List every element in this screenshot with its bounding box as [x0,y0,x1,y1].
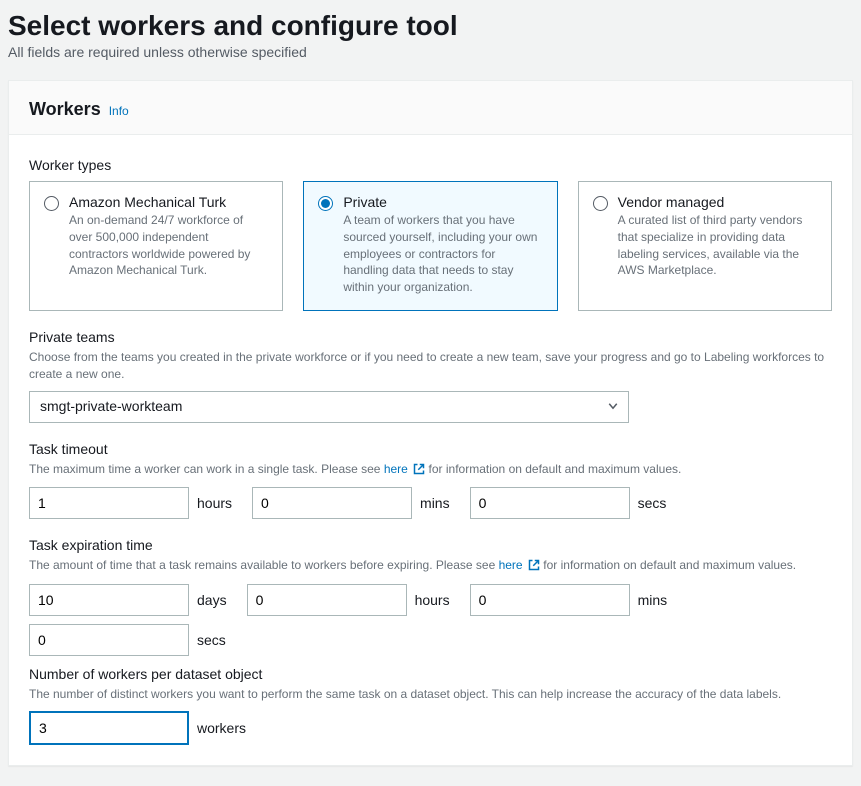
radio-icon [44,196,59,211]
workers-panel: Workers Info Worker types Amazon Mechani… [8,80,853,766]
task-timeout-mins-input[interactable] [252,487,412,519]
unit-hours: hours [197,495,232,511]
worker-type-vendor-managed[interactable]: Vendor managed A curated list of third p… [578,181,832,311]
desc-text: for information on default and maximum v… [429,462,682,476]
task-timeout-secs-input[interactable] [470,487,630,519]
task-timeout-here-link[interactable]: here [384,462,408,476]
radio-icon [593,196,608,211]
external-link-icon [528,559,540,576]
task-expiration-days-input[interactable] [29,584,189,616]
worker-type-private[interactable]: Private A team of workers that you have … [303,181,557,311]
external-link-icon [413,463,425,480]
task-expiration-hours-input[interactable] [247,584,407,616]
task-expiration-desc: The amount of time that a task remains a… [29,557,832,576]
panel-title: Workers [29,99,101,120]
unit-hours: hours [415,592,450,608]
unit-days: days [197,592,227,608]
worker-type-title: Private [343,194,542,210]
radio-icon [318,196,333,211]
desc-text: The amount of time that a task remains a… [29,558,499,572]
worker-types-group: Amazon Mechanical Turk An on-demand 24/7… [29,181,832,311]
page-title: Select workers and configure tool [8,10,853,42]
task-expiration-here-link[interactable]: here [499,558,523,572]
panel-header: Workers Info [9,81,852,135]
unit-mins: mins [420,495,450,511]
private-teams-label: Private teams [29,329,832,345]
worker-type-desc: An on-demand 24/7 workforce of over 500,… [69,212,268,279]
worker-type-amazon-mturk[interactable]: Amazon Mechanical Turk An on-demand 24/7… [29,181,283,311]
worker-type-desc: A curated list of third party vendors th… [618,212,817,279]
unit-workers: workers [197,720,246,736]
unit-mins: mins [638,592,668,608]
workers-per-object-label: Number of workers per dataset object [29,666,832,682]
task-timeout-label: Task timeout [29,441,832,457]
info-link[interactable]: Info [109,104,129,118]
unit-secs: secs [638,495,667,511]
worker-type-desc: A team of workers that you have sourced … [343,212,542,296]
task-timeout-hours-input[interactable] [29,487,189,519]
task-timeout-desc: The maximum time a worker can work in a … [29,461,832,480]
worker-type-title: Vendor managed [618,194,817,210]
task-expiration-label: Task expiration time [29,537,832,553]
page-subtitle: All fields are required unless otherwise… [8,44,853,60]
unit-secs: secs [197,632,226,648]
desc-text: for information on default and maximum v… [543,558,796,572]
private-teams-desc: Choose from the teams you created in the… [29,349,832,383]
worker-types-label: Worker types [29,157,832,173]
desc-text: The maximum time a worker can work in a … [29,462,384,476]
workers-per-object-desc: The number of distinct workers you want … [29,686,832,703]
workers-per-object-input[interactable] [29,711,189,745]
task-expiration-secs-input[interactable] [29,624,189,656]
worker-type-title: Amazon Mechanical Turk [69,194,268,210]
task-expiration-mins-input[interactable] [470,584,630,616]
private-teams-select[interactable]: smgt-private-workteam [29,391,629,423]
